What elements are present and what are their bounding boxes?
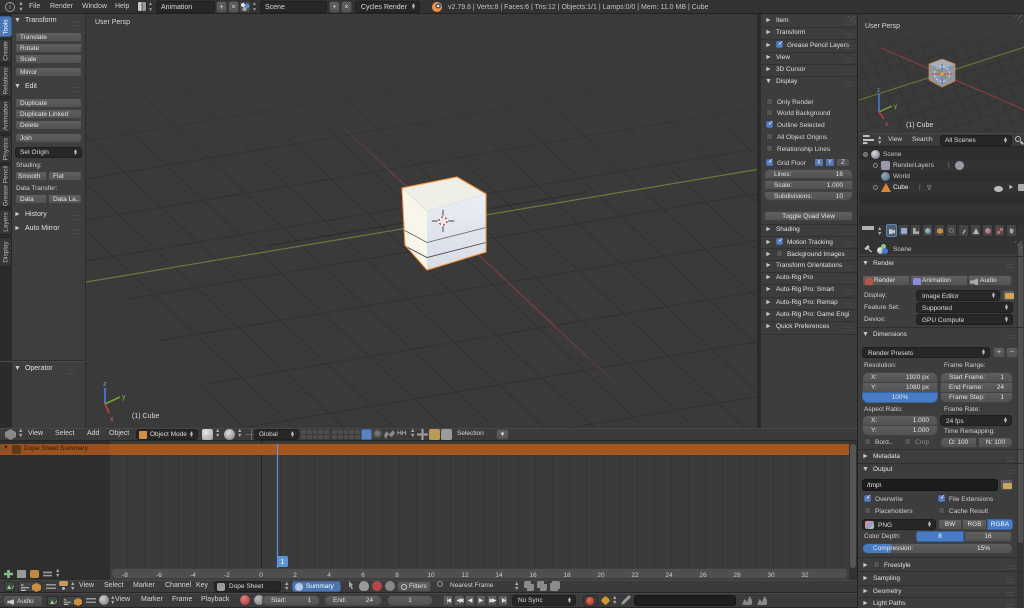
svg-text:(1) Cube: (1) Cube xyxy=(906,122,933,129)
svg-text:x: x xyxy=(110,416,114,423)
svg-text:24: 24 xyxy=(665,572,673,579)
svg-text:-2: -2 xyxy=(224,572,230,579)
svg-text:4: 4 xyxy=(327,572,331,579)
svg-text:12: 12 xyxy=(461,572,469,579)
svg-text:-6: -6 xyxy=(156,572,162,579)
svg-text:y: y xyxy=(894,104,897,110)
svg-text:28: 28 xyxy=(733,572,741,579)
svg-text:22: 22 xyxy=(631,572,639,579)
svg-text:18: 18 xyxy=(563,572,571,579)
svg-text:26: 26 xyxy=(699,572,707,579)
svg-text:32: 32 xyxy=(801,572,809,579)
svg-text:2: 2 xyxy=(293,572,297,579)
svg-text:z: z xyxy=(103,381,107,388)
svg-text:10: 10 xyxy=(427,572,435,579)
svg-text:20: 20 xyxy=(597,572,605,579)
svg-text:-4: -4 xyxy=(190,572,196,579)
svg-text:6: 6 xyxy=(361,572,365,579)
svg-text:x: x xyxy=(885,122,888,128)
svg-text:y: y xyxy=(122,394,126,401)
svg-text:User Persp: User Persp xyxy=(865,23,900,30)
svg-text:0: 0 xyxy=(259,572,263,579)
svg-text:8: 8 xyxy=(395,572,399,579)
svg-text:30: 30 xyxy=(767,572,775,579)
svg-text:14: 14 xyxy=(495,572,503,579)
svg-text:-8: -8 xyxy=(122,572,128,579)
svg-text:z: z xyxy=(877,88,880,94)
svg-text:1: 1 xyxy=(281,559,285,566)
svg-text:16: 16 xyxy=(529,572,537,579)
